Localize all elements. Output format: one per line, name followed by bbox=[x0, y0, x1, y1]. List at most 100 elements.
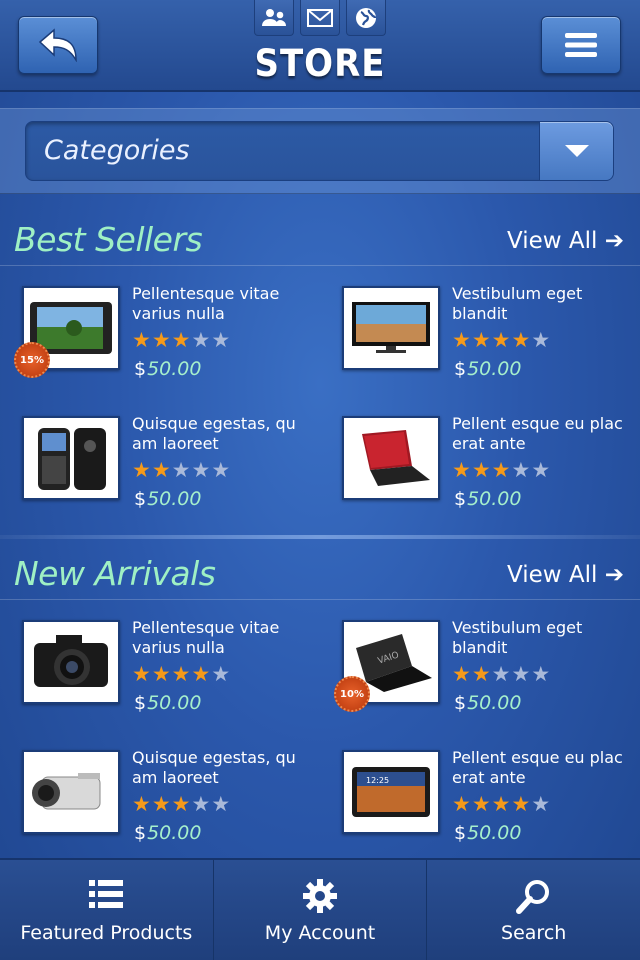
price-currency: $ bbox=[134, 692, 147, 714]
svg-text:12:25: 12:25 bbox=[366, 776, 389, 785]
top-icon-bar bbox=[254, 0, 386, 36]
product-card[interactable]: 12:25 Pellent esque eu plac erat ante ★★★★… bbox=[342, 748, 640, 862]
nav-featured-products[interactable]: Featured Products bbox=[0, 860, 214, 960]
discount-badge: 15% bbox=[14, 342, 50, 378]
product-name[interactable]: Pellentesque vitae varius nulla bbox=[132, 284, 322, 324]
section-header-new-arrivals: New Arrivals View All ➔ bbox=[0, 550, 640, 600]
star-filled-icon: ★ bbox=[452, 458, 472, 482]
page-title: STORE bbox=[254, 42, 386, 86]
price-currency: $ bbox=[454, 822, 467, 844]
gear-icon bbox=[303, 879, 337, 913]
product-name[interactable]: Pellent esque eu plac erat ante bbox=[452, 414, 640, 454]
nav-search[interactable]: Search bbox=[427, 860, 640, 960]
chevron-down-icon bbox=[564, 145, 589, 157]
product-image[interactable] bbox=[22, 620, 120, 704]
star-filled-icon: ★ bbox=[491, 458, 512, 482]
star-filled-icon: ★ bbox=[171, 328, 192, 352]
product-card[interactable]: Quisque egestas, qu am laoreet ★★★★★ $50.0… bbox=[22, 748, 322, 862]
price-currency: $ bbox=[454, 488, 467, 510]
star-filled-icon: ★ bbox=[132, 458, 152, 482]
categories-dropdown[interactable]: Categories bbox=[25, 121, 614, 181]
users-icon[interactable] bbox=[254, 0, 294, 36]
star-filled-icon: ★ bbox=[171, 792, 192, 816]
product-card[interactable]: VAIO 10% Vestibulum eget blandit ★★★★★ $50.0… bbox=[334, 618, 640, 732]
product-card[interactable]: Pellent esque eu plac erat ante ★★★★★ $50.… bbox=[342, 414, 640, 528]
categories-label: Categories bbox=[44, 135, 190, 166]
product-image[interactable] bbox=[22, 750, 120, 834]
product-price: $50.00 bbox=[134, 692, 202, 714]
star-rating: ★★★★★ bbox=[132, 792, 231, 816]
back-button[interactable] bbox=[18, 16, 98, 74]
star-empty-icon: ★ bbox=[531, 662, 552, 686]
hamburger-menu-icon bbox=[565, 33, 597, 57]
search-icon bbox=[515, 880, 549, 914]
price-amount: 50.00 bbox=[147, 488, 202, 510]
price-currency: $ bbox=[134, 822, 147, 844]
product-card[interactable]: Pellentesque vitae varius nulla ★★★★★ $50.… bbox=[22, 618, 322, 732]
nav-label: Featured Products bbox=[20, 922, 193, 944]
product-price: $50.00 bbox=[134, 488, 202, 510]
back-arrow-icon bbox=[38, 28, 77, 62]
star-empty-icon: ★ bbox=[191, 792, 212, 816]
product-image[interactable] bbox=[22, 416, 120, 500]
star-filled-icon: ★ bbox=[452, 328, 472, 352]
section-divider bbox=[0, 535, 640, 539]
price-amount: 50.00 bbox=[467, 488, 522, 510]
star-filled-icon: ★ bbox=[151, 792, 172, 816]
star-rating: ★★★★★ bbox=[132, 328, 231, 352]
view-all-link[interactable]: View All ➔ bbox=[507, 562, 624, 588]
star-rating: ★★★★★ bbox=[132, 458, 231, 482]
star-filled-icon: ★ bbox=[132, 662, 152, 686]
list-icon bbox=[89, 880, 124, 908]
product-name[interactable]: Vestibulum eget blandit bbox=[452, 618, 640, 658]
product-name[interactable]: Quisque egestas, qu am laoreet bbox=[132, 748, 322, 788]
star-filled-icon: ★ bbox=[471, 458, 492, 482]
dropdown-toggle[interactable] bbox=[539, 122, 613, 180]
star-empty-icon: ★ bbox=[171, 458, 192, 482]
star-empty-icon: ★ bbox=[191, 328, 212, 352]
star-filled-icon: ★ bbox=[151, 328, 172, 352]
product-name[interactable]: Quisque egestas, qu am laoreet bbox=[132, 414, 322, 454]
star-filled-icon: ★ bbox=[452, 662, 472, 686]
star-empty-icon: ★ bbox=[531, 328, 552, 352]
mail-icon[interactable] bbox=[300, 0, 340, 36]
product-price: $50.00 bbox=[454, 488, 522, 510]
header: STORE bbox=[0, 0, 640, 92]
star-filled-icon: ★ bbox=[151, 662, 172, 686]
categories-bar: Categories bbox=[0, 108, 640, 194]
nav-label: My Account bbox=[264, 922, 376, 944]
product-name[interactable]: Pellentesque vitae varius nulla bbox=[132, 618, 322, 658]
globe-icon[interactable] bbox=[346, 0, 386, 36]
star-rating: ★★★★★ bbox=[452, 458, 551, 482]
menu-button[interactable] bbox=[541, 16, 621, 74]
nav-my-account[interactable]: My Account bbox=[214, 860, 428, 960]
star-filled-icon: ★ bbox=[471, 328, 492, 352]
price-currency: $ bbox=[454, 692, 467, 714]
product-image[interactable] bbox=[342, 286, 440, 370]
star-empty-icon: ★ bbox=[211, 328, 232, 352]
price-amount: 50.00 bbox=[147, 692, 202, 714]
product-card[interactable]: Vestibulum eget blandit ★★★★★ $50.00 bbox=[342, 284, 640, 398]
star-empty-icon: ★ bbox=[211, 458, 232, 482]
star-empty-icon: ★ bbox=[191, 458, 212, 482]
star-empty-icon: ★ bbox=[511, 458, 532, 482]
star-rating: ★★★★★ bbox=[132, 662, 231, 686]
star-empty-icon: ★ bbox=[211, 662, 232, 686]
price-amount: 50.00 bbox=[467, 692, 522, 714]
price-amount: 50.00 bbox=[147, 358, 202, 380]
star-rating: ★★★★★ bbox=[452, 792, 551, 816]
product-name[interactable]: Vestibulum eget blandit bbox=[452, 284, 640, 324]
product-price: $50.00 bbox=[134, 822, 202, 844]
product-name[interactable]: Pellent esque eu plac erat ante bbox=[452, 748, 640, 788]
star-filled-icon: ★ bbox=[511, 328, 532, 352]
view-all-link[interactable]: View All ➔ bbox=[507, 228, 624, 254]
product-image[interactable]: 12:25 bbox=[342, 750, 440, 834]
discount-badge: 10% bbox=[334, 676, 370, 712]
product-card[interactable]: 15% Pellentesque vitae varius nulla ★★★★★ $… bbox=[14, 284, 322, 398]
product-card[interactable]: Quisque egestas, qu am laoreet ★★★★★ $50.0… bbox=[22, 414, 322, 528]
star-empty-icon: ★ bbox=[531, 458, 552, 482]
section-title: Best Sellers bbox=[14, 220, 203, 259]
star-filled-icon: ★ bbox=[471, 792, 492, 816]
section-header-best-sellers: Best Sellers View All ➔ bbox=[0, 216, 640, 266]
product-image[interactable] bbox=[342, 416, 440, 500]
